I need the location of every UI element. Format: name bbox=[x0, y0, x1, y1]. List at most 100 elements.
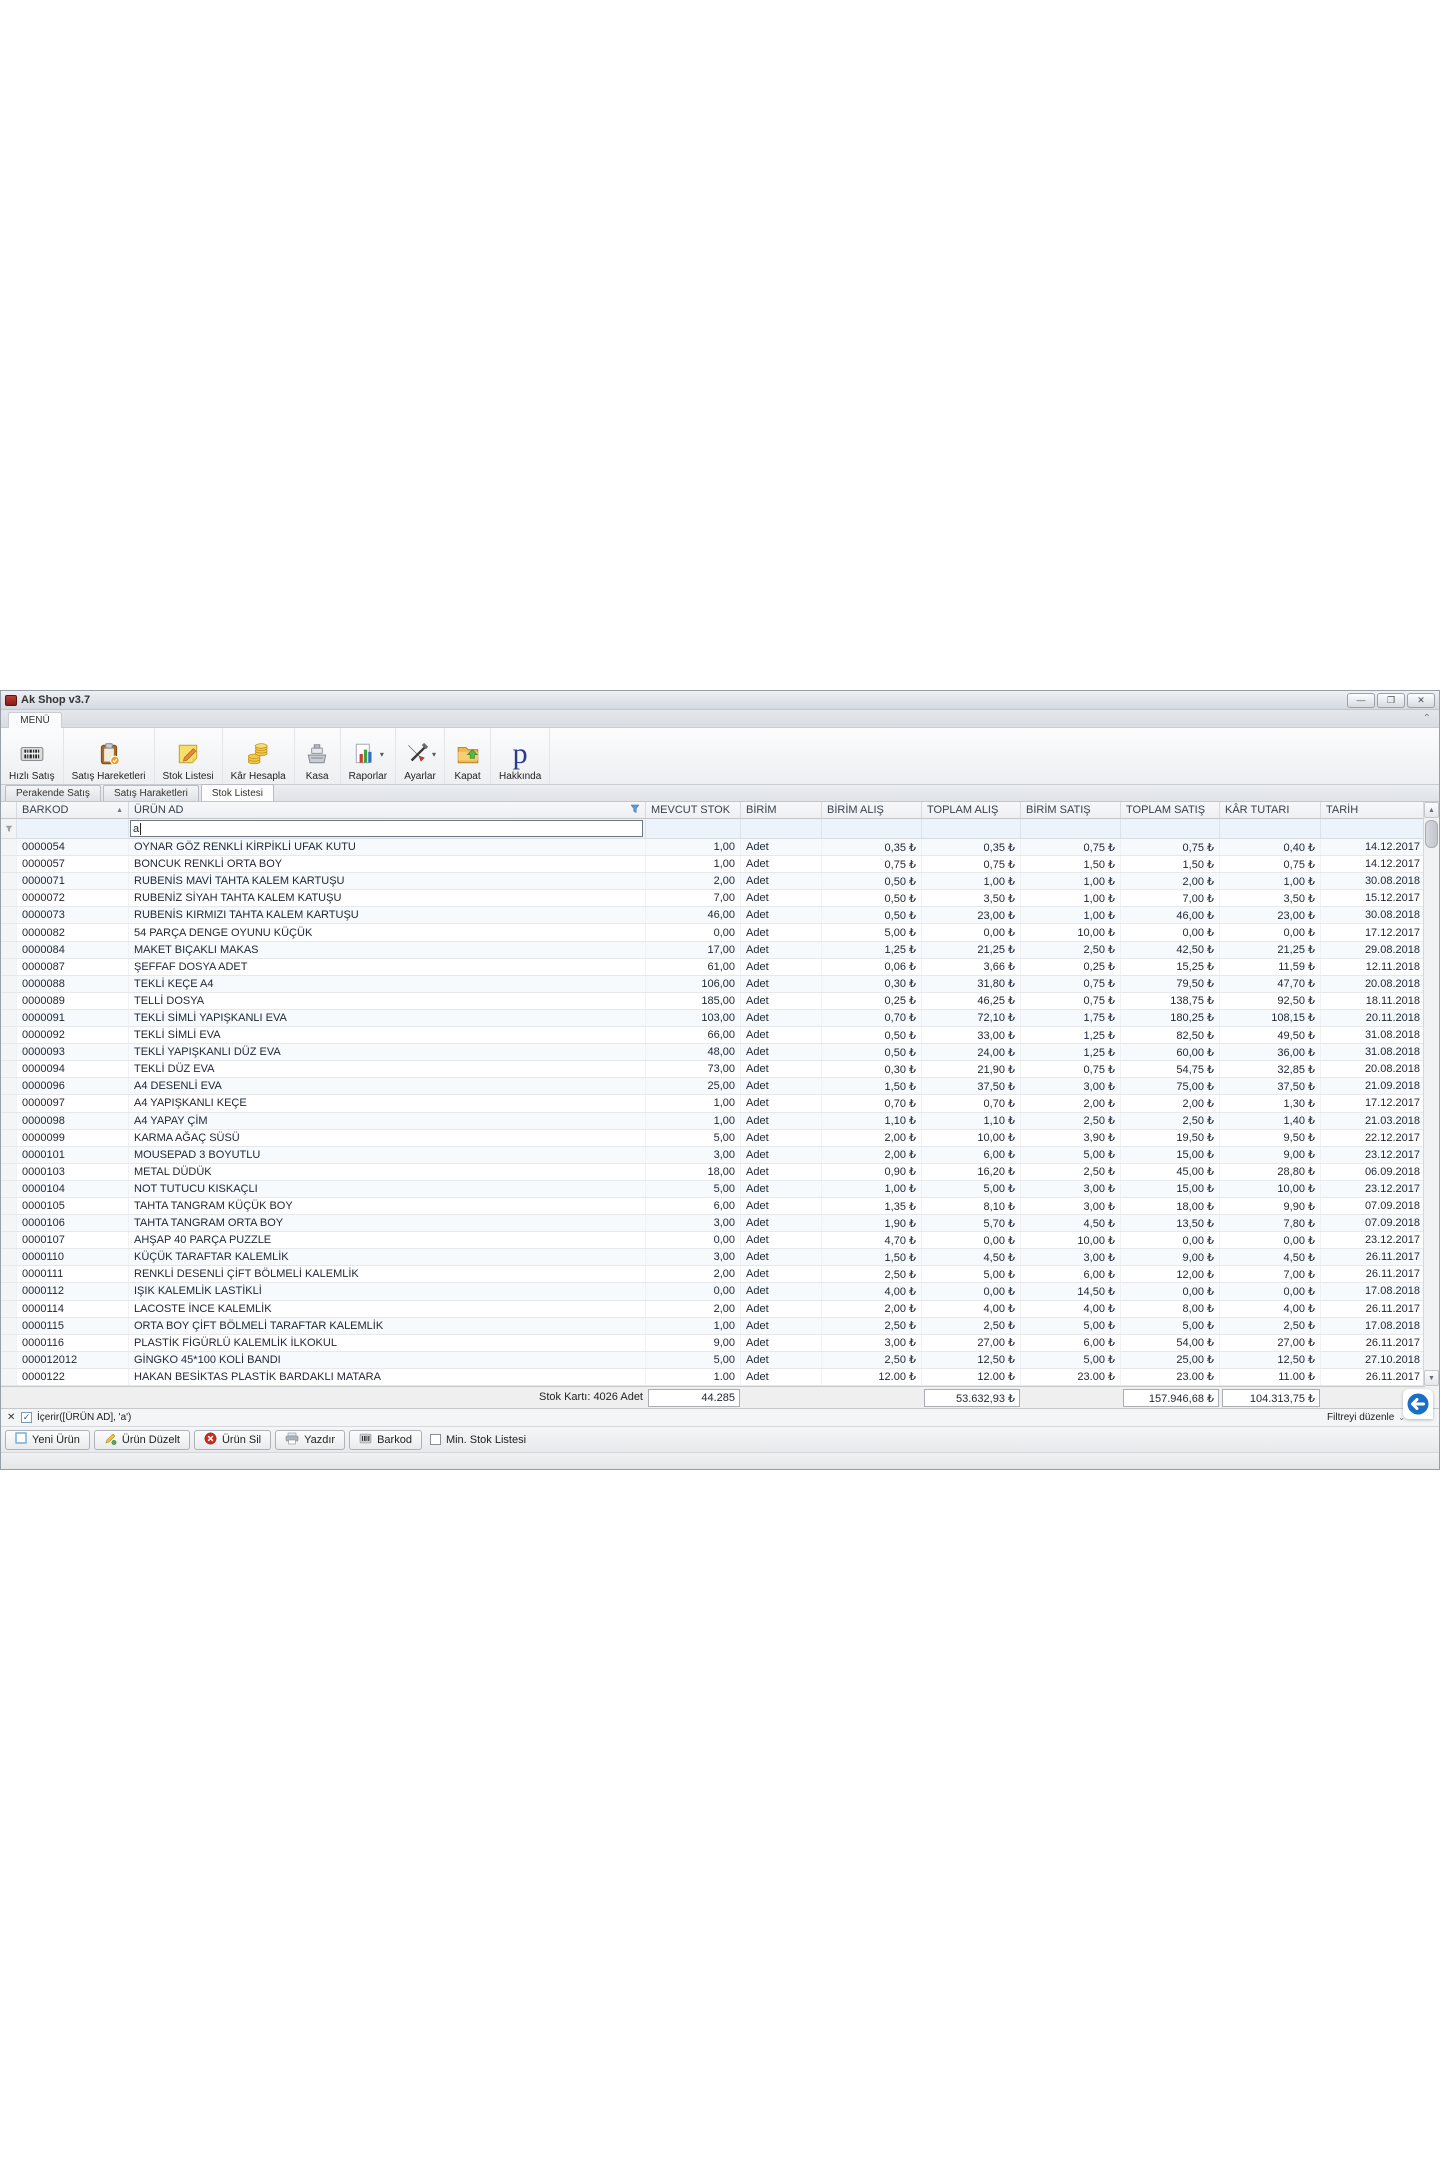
filter-cell[interactable] bbox=[741, 819, 822, 838]
table-row[interactable]: 0000122 HAKAN BESİKTAS PLASTİK BARDAKLI … bbox=[1, 1369, 1425, 1386]
toolbar-button-kar-hesapla[interactable]: Kâr Hesapla bbox=[223, 728, 295, 784]
column-header-mevcut-stok[interactable]: MEVCUT STOK bbox=[646, 802, 741, 818]
table-row[interactable]: 0000088 TEKLİ KEÇE A4 106,00 Adet 0,30 ₺… bbox=[1, 976, 1425, 993]
vertical-scrollbar[interactable]: ▲ ▼ bbox=[1423, 802, 1439, 1386]
toolbar-label: Satış Hareketleri bbox=[72, 771, 146, 782]
table-row[interactable]: 0000098 A4 YAPAY ÇİM 1,00 Adet 1,10 ₺ 1,… bbox=[1, 1113, 1425, 1130]
table-row[interactable]: 0000104 NOT TUTUCU KISKAÇLI 5,00 Adet 1,… bbox=[1, 1181, 1425, 1198]
table-row[interactable]: 0000111 RENKLİ DESENLİ ÇİFT BÖLMELİ KALE… bbox=[1, 1266, 1425, 1283]
column-header-birim-alis[interactable]: BİRİM ALIŞ bbox=[822, 802, 922, 818]
tab-satis-haraketleri[interactable]: Satış Haraketleri bbox=[103, 785, 199, 801]
toolbar-button-kapat[interactable]: Kapat bbox=[445, 728, 491, 784]
cell-tarih: 15.12.2017 bbox=[1321, 890, 1425, 906]
scroll-up-icon[interactable]: ▲ bbox=[1424, 802, 1439, 818]
cell-toplam-alis: 2,50 ₺ bbox=[922, 1318, 1021, 1334]
table-row[interactable]: 0000091 TEKLİ SİMLİ YAPIŞKANLI EVA 103,0… bbox=[1, 1010, 1425, 1027]
min-stok-listesi-checkbox[interactable]: Min. Stok Listesi bbox=[430, 1434, 526, 1446]
table-row[interactable]: 0000107 AHŞAP 40 PARÇA PUZZLE 0,00 Adet … bbox=[1, 1232, 1425, 1249]
filter-cell[interactable] bbox=[822, 819, 922, 838]
column-header-barkod[interactable]: BARKOD▲ bbox=[17, 802, 129, 818]
table-row[interactable]: 0000103 METAL DÜDÜK 18,00 Adet 0,90 ₺ 16… bbox=[1, 1164, 1425, 1181]
column-header-birim[interactable]: BİRİM bbox=[741, 802, 822, 818]
table-row[interactable]: 0000114 LACOSTE İNCE KALEMLİK 2,00 Adet … bbox=[1, 1301, 1425, 1318]
table-row[interactable]: 0000116 PLASTİK FİGÜRLÜ KALEMLİK İLKOKUL… bbox=[1, 1335, 1425, 1352]
cell-toplam-alis: 37,50 ₺ bbox=[922, 1078, 1021, 1094]
table-row[interactable]: 0000110 KÜÇÜK TARAFTAR KALEMLİK 3,00 Ade… bbox=[1, 1249, 1425, 1266]
tab-perakende-satis[interactable]: Perakende Satış bbox=[5, 785, 101, 801]
filter-enabled-checkbox[interactable]: ✓ bbox=[21, 1412, 32, 1423]
column-header-toplam-satis[interactable]: TOPLAM SATIŞ bbox=[1121, 802, 1220, 818]
table-row[interactable]: 0000112 IŞIK KALEMLİK LASTİKLİ 0,00 Adet… bbox=[1, 1283, 1425, 1300]
column-header-tarih[interactable]: TARİH bbox=[1321, 802, 1425, 818]
table-row[interactable]: 0000089 TELLİ DOSYA 185,00 Adet 0,25 ₺ 4… bbox=[1, 993, 1425, 1010]
cell-toplam-satis: 2,00 ₺ bbox=[1121, 1095, 1220, 1111]
filter-cell[interactable] bbox=[646, 819, 741, 838]
table-row[interactable]: 0000057 BONCUK RENKLİ ORTA BOY 1,00 Adet… bbox=[1, 856, 1425, 873]
yeni-urun-button[interactable]: Yeni Ürün bbox=[5, 1430, 90, 1450]
table-row[interactable]: 000012012 GİNGKO 45*100 KOLİ BANDI 5,00 … bbox=[1, 1352, 1425, 1369]
cell-toplam-alis: 21,25 ₺ bbox=[922, 942, 1021, 958]
column-header-toplam-alis[interactable]: TOPLAM ALIŞ bbox=[922, 802, 1021, 818]
remote-arrow-overlay-icon[interactable] bbox=[1403, 1389, 1433, 1419]
filter-expression: İçerir([ÜRÜN AD], 'a') bbox=[37, 1412, 131, 1423]
filter-cell-barkod[interactable] bbox=[17, 819, 129, 838]
filter-cell[interactable] bbox=[922, 819, 1021, 838]
barkod-button[interactable]: Barkod bbox=[349, 1430, 422, 1450]
filter-cell[interactable] bbox=[1220, 819, 1321, 838]
urun-ad-filter-input[interactable]: a bbox=[130, 820, 643, 837]
table-row[interactable]: 0000071 RUBENİS MAVİ TAHTA KALEM KARTUŞU… bbox=[1, 873, 1425, 890]
table-row[interactable]: 0000094 TEKLİ DÜZ EVA 73,00 Adet 0,30 ₺ … bbox=[1, 1061, 1425, 1078]
toolbar-button-hakkinda[interactable]: p Hakkında bbox=[491, 728, 550, 784]
table-row[interactable]: 0000105 TAHTA TANGRAM KÜÇÜK BOY 6,00 Ade… bbox=[1, 1198, 1425, 1215]
cell-toplam-alis: 12,50 ₺ bbox=[922, 1352, 1021, 1368]
minimize-button[interactable]: — bbox=[1347, 693, 1375, 708]
toolbar-button-stok-listesi[interactable]: Stok Listesi bbox=[155, 728, 223, 784]
table-row[interactable]: 0000087 ŞEFFAF DOSYA ADET 61,00 Adet 0,0… bbox=[1, 959, 1425, 976]
cell-toplam-satis: 75,00 ₺ bbox=[1121, 1078, 1220, 1094]
table-row[interactable]: 0000096 A4 DESENLİ EVA 25,00 Adet 1,50 ₺… bbox=[1, 1078, 1425, 1095]
filter-cell-urun-ad[interactable]: a bbox=[129, 819, 646, 838]
table-row[interactable]: 0000093 TEKLİ YAPIŞKANLI DÜZ EVA 48,00 A… bbox=[1, 1044, 1425, 1061]
cell-tarih: 26.11.2017 bbox=[1321, 1249, 1425, 1265]
table-row[interactable]: 0000115 ORTA BOY ÇİFT BÖLMELİ TARAFTAR K… bbox=[1, 1318, 1425, 1335]
table-row[interactable]: 0000073 RUBENİS KIRMIZI TAHTA KALEM KART… bbox=[1, 907, 1425, 924]
cell-birim-alis: 1,50 ₺ bbox=[822, 1078, 922, 1094]
close-filter-icon[interactable]: ✕ bbox=[7, 1412, 19, 1423]
table-row[interactable]: 0000082 54 PARÇA DENGE OYUNU KÜÇÜK 0,00 … bbox=[1, 924, 1425, 941]
table-row[interactable]: 0000072 RUBENİZ SİYAH TAHTA KALEM KATUŞU… bbox=[1, 890, 1425, 907]
table-row[interactable]: 0000084 MAKET BIÇAKLI MAKAS 17,00 Adet 1… bbox=[1, 942, 1425, 959]
toolbar-button-satis-hareketleri[interactable]: Satış Hareketleri bbox=[64, 728, 155, 784]
menu-tab[interactable]: MENÜ bbox=[8, 712, 62, 728]
cell-birim: Adet bbox=[741, 1283, 822, 1299]
filter-cell[interactable] bbox=[1021, 819, 1121, 838]
toolbar-button-raporlar[interactable]: ▾ Raporlar bbox=[341, 728, 396, 784]
restore-button[interactable]: ❐ bbox=[1377, 693, 1405, 708]
toolbar-button-ayarlar[interactable]: ▾ Ayarlar bbox=[396, 728, 445, 784]
close-button[interactable]: ✕ bbox=[1407, 693, 1435, 708]
column-header-kar-tutari[interactable]: KÂR TUTARI bbox=[1220, 802, 1321, 818]
toolbar-button-hizli-satis[interactable]: Hızlı Satış bbox=[1, 728, 64, 784]
scrollbar-thumb[interactable] bbox=[1425, 820, 1438, 848]
toolbar-button-kasa[interactable]: Kasa bbox=[295, 728, 341, 784]
filter-cell[interactable] bbox=[1321, 819, 1425, 838]
table-row[interactable]: 0000097 A4 YAPIŞKANLI KEÇE 1,00 Adet 0,7… bbox=[1, 1095, 1425, 1112]
urun-duzelt-button[interactable]: Ürün Düzelt bbox=[94, 1430, 190, 1450]
table-row[interactable]: 0000106 TAHTA TANGRAM ORTA BOY 3,00 Adet… bbox=[1, 1215, 1425, 1232]
collapse-ribbon-icon[interactable]: ⌃ bbox=[1423, 713, 1431, 724]
urun-sil-button[interactable]: Ürün Sil bbox=[194, 1430, 271, 1450]
summary-row: Stok Kartı: 4026 Adet 44.285 53.632,93 ₺… bbox=[1, 1386, 1425, 1408]
filter-funnel-icon[interactable] bbox=[630, 804, 640, 817]
edit-filter-link[interactable]: Filtreyi düzenle⌄ bbox=[1327, 1412, 1405, 1423]
toolbar-label: Ayarlar bbox=[404, 771, 436, 782]
table-row[interactable]: 0000092 TEKLİ SİMLİ EVA 66,00 Adet 0,50 … bbox=[1, 1027, 1425, 1044]
table-row[interactable]: 0000101 MOUSEPAD 3 BOYUTLU 3,00 Adet 2,0… bbox=[1, 1147, 1425, 1164]
column-header-birim-satis[interactable]: BİRİM SATIŞ bbox=[1021, 802, 1121, 818]
table-row[interactable]: 0000054 OYNAR GÖZ RENKLİ KİRPİKLİ UFAK K… bbox=[1, 839, 1425, 856]
yazdir-button[interactable]: Yazdır bbox=[275, 1430, 345, 1450]
tab-stok-listesi[interactable]: Stok Listesi bbox=[201, 784, 274, 801]
filter-cell[interactable] bbox=[1121, 819, 1220, 838]
cell-barkod: 0000103 bbox=[17, 1164, 129, 1180]
column-header-urun-ad[interactable]: ÜRÜN AD bbox=[129, 802, 646, 818]
scroll-down-icon[interactable]: ▼ bbox=[1424, 1370, 1439, 1386]
table-row[interactable]: 0000099 KARMA AĞAÇ SÜSÜ 5,00 Adet 2,00 ₺… bbox=[1, 1130, 1425, 1147]
